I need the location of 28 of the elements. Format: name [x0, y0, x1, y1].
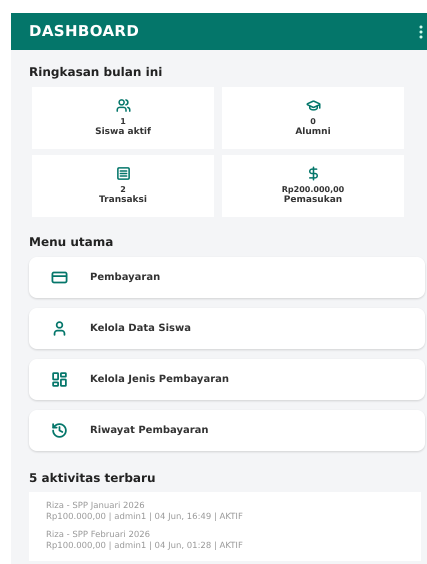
menu-item[interactable]: Pembayaran: [29, 257, 425, 298]
summary-label: Pemasukan: [284, 195, 342, 206]
section-heading: Ringkasan bulan ini: [29, 64, 164, 81]
activity-detail: Rp100.000,00 | admin1 | 04 Jun, 01:28 | AKTIF: [46, 541, 244, 552]
summary-label: Alumni: [295, 127, 331, 138]
activity-detail: Rp100.000,00 | admin1 | 04 Jun, 16:49 | AKTIF: [46, 512, 244, 523]
summary-value: 1: [120, 117, 126, 127]
list-icon: [116, 166, 130, 181]
menu-item[interactable]: Kelola Jenis Pembayaran: [29, 359, 425, 400]
app-title: DASHBOARD: [29, 21, 140, 42]
summary-value: Rp200.000,00: [282, 185, 344, 195]
activity-title: Riza - SPP Februari 2026: [46, 530, 152, 541]
summary-label: Siswa aktif: [95, 127, 151, 138]
section-heading: 5 aktivitas terbaru: [29, 470, 156, 487]
summary-value: 0: [310, 117, 316, 127]
menu-item[interactable]: Kelola Data Siswa: [29, 308, 425, 349]
summary-value: 2: [120, 185, 126, 195]
summary-label: Transaksi: [99, 195, 147, 206]
dashboard-icon: [51, 371, 68, 388]
more-icon[interactable]: [419, 24, 423, 38]
activity-title: Riza - SPP Januari 2026: [46, 501, 146, 512]
graduation-cap-icon: [306, 98, 320, 113]
menu-item[interactable]: Riwayat Pembayaran: [29, 410, 425, 451]
person-icon: [51, 320, 68, 337]
people-icon: [116, 98, 130, 113]
section-heading: Menu utama: [29, 234, 114, 251]
history-icon: [51, 422, 68, 439]
card-icon: [51, 269, 68, 286]
